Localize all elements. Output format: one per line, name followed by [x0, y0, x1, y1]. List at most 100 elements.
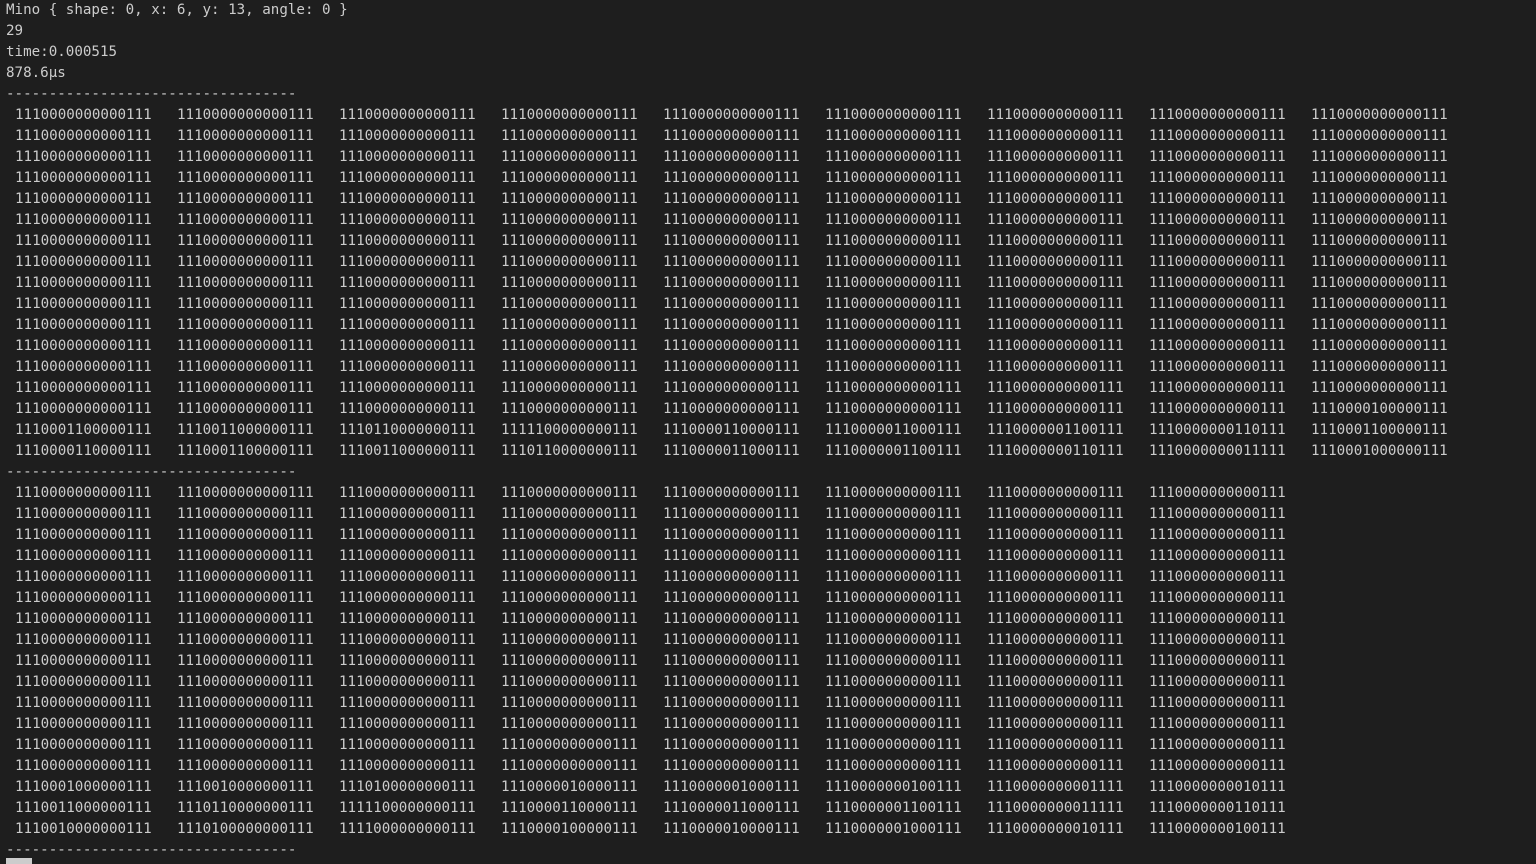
board-cell: 1110000000000111 — [825, 212, 962, 228]
board-cell: 1110000000000111 — [663, 212, 800, 228]
board-cell: 1110000000000111 — [501, 506, 638, 522]
board-cell: 1110000000000111 — [1149, 716, 1286, 732]
board-cell: 1110000010000111 — [663, 821, 800, 837]
board-cell: 1110000000000111 — [177, 107, 314, 123]
board-cell: 1110000000000111 — [987, 674, 1124, 690]
board-row: 1110011000000111 1110110000000111 11111000… — [6, 798, 1536, 819]
board-cell: 1110000000000111 — [15, 506, 152, 522]
board-cell: 1110000000110111 — [1149, 422, 1286, 438]
board-cell: 1110000000000111 — [1149, 632, 1286, 648]
board-cell: 1110000000000111 — [1149, 275, 1286, 291]
board-cell: 1110000000000111 — [987, 653, 1124, 669]
board-cell: 1110000000000111 — [15, 338, 152, 354]
board-cell: 1110000000000111 — [177, 632, 314, 648]
board-cell: 1110000000000111 — [15, 590, 152, 606]
board-cell: 1110000000000111 — [825, 401, 962, 417]
board-cell: 1110000000000111 — [1311, 191, 1448, 207]
board-cell: 1110000000000111 — [501, 569, 638, 585]
board-cell: 1110000000000111 — [339, 359, 476, 375]
board-row: 1110000000000111 1110000000000111 11100000… — [6, 147, 1536, 168]
board-cell: 1110000000000111 — [1311, 380, 1448, 396]
board-cell: 1110000000000111 — [339, 653, 476, 669]
board-cell: 1110000000000111 — [501, 128, 638, 144]
board-cell: 1110000000000111 — [1311, 128, 1448, 144]
board-cell: 1110000000000111 — [663, 569, 800, 585]
board-cell: 1110000000000111 — [339, 548, 476, 564]
board-cell: 1110000000000111 — [1149, 527, 1286, 543]
board-cell: 1110000000000111 — [177, 401, 314, 417]
board-cell: 1110000000000111 — [825, 716, 962, 732]
board-cell: 1110000000000111 — [663, 653, 800, 669]
board-row: 1110000000000111 1110000000000111 11100000… — [6, 672, 1536, 693]
board-cell: 1110000000000111 — [177, 485, 314, 501]
board-cell: 1110011000000111 — [177, 422, 314, 438]
board-cell: 1110000000000111 — [177, 170, 314, 186]
board-cell: 1111100000000111 — [339, 800, 476, 816]
board-cell: 1110000000000111 — [501, 191, 638, 207]
board-cell: 1110000000000111 — [1149, 758, 1286, 774]
board-cell: 1110100000000111 — [339, 779, 476, 795]
board-cell: 1110000000000111 — [987, 233, 1124, 249]
board-cell: 1110000000000111 — [663, 695, 800, 711]
board-cell: 1110000000000111 — [15, 632, 152, 648]
board-cell: 1110000000000111 — [1311, 359, 1448, 375]
board-cell: 1110000000000111 — [663, 527, 800, 543]
board-cell: 1110000000000111 — [987, 758, 1124, 774]
board-cell: 1110000000000111 — [177, 527, 314, 543]
board-cell: 1110000000000111 — [339, 527, 476, 543]
board-cell: 1110000110000111 — [15, 443, 152, 459]
board-cell: 1110000000000111 — [1149, 590, 1286, 606]
board-cell: 1110000000000111 — [501, 359, 638, 375]
board-cell: 1110000000000111 — [663, 317, 800, 333]
board-cell: 1110000000000111 — [825, 485, 962, 501]
board-cell: 1110000000000111 — [15, 317, 152, 333]
board-block-2: 1110000000000111 1110000000000111 11100000… — [6, 483, 1536, 840]
board-cell: 1110000000000111 — [177, 296, 314, 312]
board-cell: 1110000000000111 — [825, 737, 962, 753]
board-row: 1110000000000111 1110000000000111 11100000… — [6, 105, 1536, 126]
board-cell: 1110000000000111 — [825, 674, 962, 690]
board-cell: 1110000000000111 — [825, 590, 962, 606]
board-cell: 1110001000000111 — [1311, 443, 1448, 459]
board-row: 1110000000000111 1110000000000111 11100000… — [6, 378, 1536, 399]
board-cell: 1110000000000111 — [825, 653, 962, 669]
board-cell: 1110000000000111 — [1149, 170, 1286, 186]
terminal-output[interactable]: Mino { shape: 0, x: 6, y: 13, angle: 0 }… — [0, 0, 1536, 864]
board-cell: 1110000000000111 — [177, 506, 314, 522]
board-cell: 1110000000000111 — [339, 128, 476, 144]
board-cell: 1110000000000111 — [825, 611, 962, 627]
board-row: 1110000000000111 1110000000000111 11100000… — [6, 336, 1536, 357]
board-cell: 1110000000000111 — [15, 548, 152, 564]
board-row: 1110000000000111 1110000000000111 11100000… — [6, 567, 1536, 588]
board-cell: 1110000000000111 — [1149, 191, 1286, 207]
board-cell: 1110000100000111 — [1311, 401, 1448, 417]
board-cell: 1110000000000111 — [825, 506, 962, 522]
board-cell: 1110000000000111 — [987, 254, 1124, 270]
board-cell: 1110000000000111 — [15, 359, 152, 375]
board-cell: 1110000000010111 — [987, 821, 1124, 837]
board-cell: 1110000000100111 — [1149, 821, 1286, 837]
board-cell: 1110000000000111 — [339, 716, 476, 732]
board-cell: 1110000000000111 — [1149, 338, 1286, 354]
board-cell: 1110000000000111 — [663, 191, 800, 207]
board-cell: 1110000000000111 — [987, 275, 1124, 291]
board-cell: 1110000000100111 — [825, 779, 962, 795]
board-cell: 1110000000000111 — [1311, 317, 1448, 333]
board-cell: 1110000000000111 — [1311, 296, 1448, 312]
board-cell: 1110000011000111 — [825, 422, 962, 438]
board-cell: 1110000000000111 — [15, 527, 152, 543]
board-cell: 1110000000000111 — [339, 485, 476, 501]
board-cell: 1110001100000111 — [177, 443, 314, 459]
count-line: 29 — [6, 23, 24, 39]
board-cell: 1110000000110111 — [987, 443, 1124, 459]
board-cell: 1110000000000111 — [15, 296, 152, 312]
board-cell: 1110000000000111 — [501, 149, 638, 165]
board-cell: 1110000000000111 — [663, 149, 800, 165]
board-cell: 1110000000000111 — [501, 674, 638, 690]
board-cell: 1110000000000111 — [177, 380, 314, 396]
board-cell: 1110000000000111 — [663, 632, 800, 648]
board-row: 1110000000000111 1110000000000111 11100000… — [6, 315, 1536, 336]
board-cell: 1110000000000111 — [339, 758, 476, 774]
board-cell: 1110000000000111 — [825, 128, 962, 144]
board-cell: 1110000000000111 — [177, 212, 314, 228]
